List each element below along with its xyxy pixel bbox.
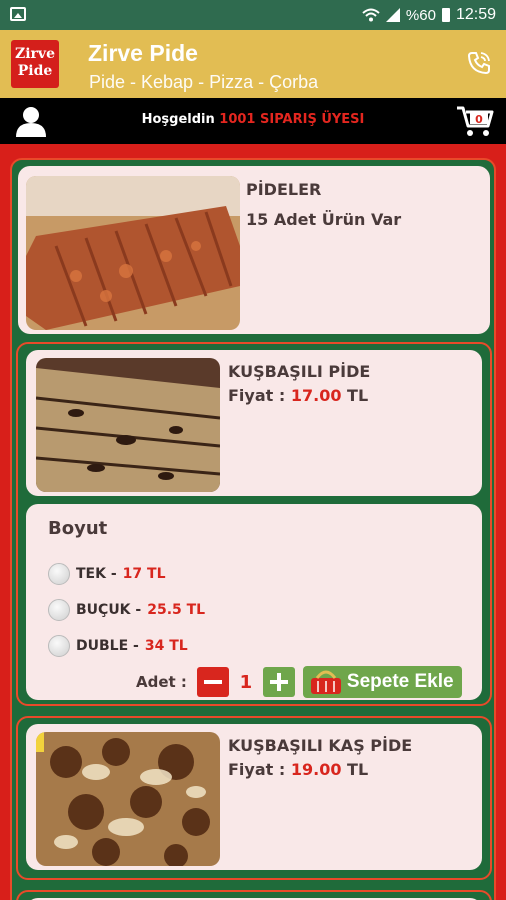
product-item	[16, 890, 492, 900]
phone-icon[interactable]	[466, 50, 492, 76]
product-price: Fiyat : 17.00 TL	[228, 386, 368, 405]
add-to-cart-button[interactable]: Sepete Ekle	[302, 666, 462, 698]
decrease-quantity-button[interactable]	[196, 667, 229, 697]
size-option-price: 17 TL	[122, 566, 166, 582]
battery-percent: %60	[405, 6, 436, 24]
clock: 12:59	[455, 6, 496, 23]
welcome-bar: Hoşgeldin 1001 SIPARIŞ ÜYESI 0	[0, 98, 506, 144]
price-value: 19.00	[290, 760, 342, 779]
size-option-tek[interactable]: TEK - 17 TL	[48, 562, 165, 586]
product-image	[36, 358, 220, 492]
category-title: PİDELER	[246, 180, 322, 199]
size-option-label: TEK -	[76, 566, 117, 582]
size-option-price: 25.5 TL	[147, 602, 206, 618]
size-heading: Boyut	[48, 518, 108, 539]
price-label: Fiyat :	[228, 760, 286, 779]
battery-icon	[441, 8, 450, 22]
signal-icon	[385, 8, 400, 22]
price-currency: TL	[347, 386, 369, 405]
logo-line1: Zirve	[15, 46, 55, 62]
welcome-text: Hoşgeldin 1001 SIPARIŞ ÜYESI	[0, 112, 506, 127]
app-logo: Zirve Pide	[11, 40, 59, 88]
content-area: PİDELER 15 Adet Ürün Var KUŞBAŞILI PİDE …	[0, 150, 506, 900]
logo-line2: Pide	[17, 63, 53, 79]
price-label: Fiyat :	[228, 386, 286, 405]
size-option-bucuk[interactable]: BUÇUK - 25.5 TL	[48, 598, 205, 622]
product-item: KUŞBAŞILI PİDE Fiyat : 17.00 TL Boyut TE…	[16, 342, 492, 706]
product-name: KUŞBAŞILI PİDE	[228, 362, 371, 381]
category-panel: PİDELER 15 Adet Ürün Var KUŞBAŞILI PİDE …	[10, 158, 496, 900]
welcome-member: 1001 SIPARIŞ ÜYESI	[219, 112, 365, 127]
size-option-price: 34 TL	[144, 638, 188, 654]
app-title: Zirve Pide	[88, 40, 198, 66]
product-item: KUŞBAŞILI KAŞ PİDE Fiyat : 19.00 TL	[16, 716, 492, 880]
welcome-greeting: Hoşgeldin	[141, 112, 215, 127]
product-name: KUŞBAŞILI KAŞ PİDE	[228, 736, 413, 755]
price-currency: TL	[347, 760, 369, 779]
radio-button[interactable]	[48, 635, 70, 657]
app-subtitle: Pide - Kebap - Pizza - Çorba	[89, 72, 319, 92]
product-card[interactable]: KUŞBAŞILI KAŞ PİDE Fiyat : 19.00 TL	[26, 724, 482, 870]
quantity-label: Adet :	[136, 673, 187, 691]
category-image	[26, 176, 240, 330]
size-option-duble[interactable]: DUBLE - 34 TL	[48, 634, 188, 658]
quantity-value: 1	[239, 671, 253, 693]
price-value: 17.00	[290, 386, 342, 405]
product-image	[36, 732, 220, 866]
app-header: Zirve Pide Zirve Pide Pide - Kebap - Piz…	[0, 30, 506, 98]
add-to-cart-label: Sepete Ekle	[346, 671, 454, 692]
size-option-label: DUBLE -	[76, 638, 139, 654]
quantity-row: Adet : 1 Sepete Ekle	[136, 666, 462, 698]
cart-count: 0	[475, 113, 483, 126]
size-options-card: Boyut TEK - 17 TL BUÇUK - 25.5 TL DUBLE …	[26, 504, 482, 700]
radio-button[interactable]	[48, 599, 70, 621]
wifi-icon	[362, 8, 380, 22]
basket-icon	[310, 670, 341, 694]
increase-quantity-button[interactable]	[262, 667, 295, 697]
category-count: 15 Adet Ürün Var	[246, 210, 402, 229]
product-card[interactable]: KUŞBAŞILI PİDE Fiyat : 17.00 TL	[26, 350, 482, 496]
product-price: Fiyat : 19.00 TL	[228, 760, 368, 779]
size-option-label: BUÇUK -	[76, 602, 142, 618]
category-card[interactable]: PİDELER 15 Adet Ürün Var	[18, 166, 490, 334]
image-icon	[10, 7, 26, 21]
cart-icon[interactable]: 0	[456, 104, 494, 138]
status-bar: %60 12:59	[0, 0, 506, 30]
radio-button[interactable]	[48, 563, 70, 585]
